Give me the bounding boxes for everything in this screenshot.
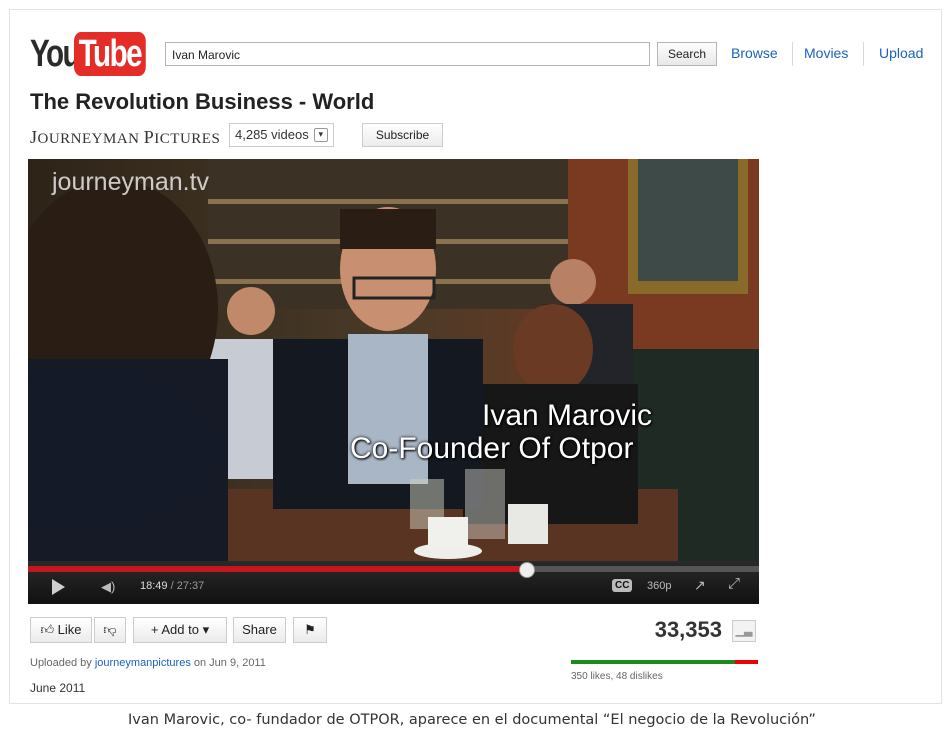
divider — [792, 42, 793, 66]
share-button[interactable]: Share — [233, 617, 286, 643]
watermark: journeyman.tv — [52, 168, 210, 196]
upload-link[interactable]: Upload — [879, 45, 923, 61]
like-button[interactable]: 👍︎ Like — [30, 617, 92, 643]
video-frame-image — [28, 159, 759, 574]
likes-portion — [571, 660, 736, 664]
time-display: 18:49 / 27:37 — [140, 580, 204, 592]
uploader-link[interactable]: journeymanpictures — [95, 657, 191, 669]
play-icon[interactable] — [52, 579, 65, 595]
chevron-down-icon: ▾ — [313, 128, 328, 142]
quality-selector[interactable]: 360p — [647, 580, 671, 592]
figure-caption: Ivan Marovic, co- fundador de OTPOR, apa… — [128, 712, 816, 728]
video-count: 4,285 videos — [235, 127, 309, 142]
lower-third-name: Ivan Marovic — [482, 399, 653, 432]
channel-initial-p: P — [143, 127, 155, 147]
upload-suffix: on Jun 9, 2011 — [190, 657, 266, 669]
channel-name[interactable]: JOURNEYMAN PICTURES — [30, 127, 220, 148]
add-to-label: Add to — [161, 622, 199, 637]
logo-you-text: You — [30, 32, 81, 75]
channel-initial-j: J — [30, 127, 38, 147]
video-title: The Revolution Business - World — [30, 89, 375, 114]
video-count-dropdown[interactable]: 4,285 videos ▾ — [229, 123, 334, 147]
upload-prefix: Uploaded by — [30, 657, 95, 669]
flag-icon: ⚑ — [304, 622, 316, 637]
channel-name-part1: OURNEYMAN — [37, 131, 140, 147]
movies-link[interactable]: Movies — [804, 45, 848, 61]
search-input[interactable]: Ivan Marovic — [165, 42, 650, 66]
scrubber-handle[interactable] — [518, 562, 535, 578]
like-label: Like — [57, 622, 82, 637]
add-to-button[interactable]: + Add to ▾ — [133, 617, 227, 643]
logo-tube-text: Tube — [74, 32, 146, 76]
thumbs-up-icon: 👍︎ — [40, 622, 55, 637]
divider — [863, 42, 864, 66]
duration: / 27:37 — [170, 580, 205, 592]
upload-info: Uploaded by journeymanpictures on Jun 9,… — [30, 657, 266, 669]
thumbs-down-icon: 👎︎ — [103, 622, 117, 637]
description-date: June 2011 — [30, 681, 86, 695]
browse-link[interactable]: Browse — [731, 45, 778, 61]
progress-played — [28, 566, 526, 572]
lower-third-title: Co-Founder Of Otpor — [350, 432, 634, 465]
plus-icon: + — [150, 622, 159, 637]
like-ratio-bar — [571, 660, 758, 664]
video-player[interactable]: journeyman.tv Ivan Marovic Co-Founder Of… — [28, 159, 759, 604]
current-time: 18:49 — [140, 580, 168, 592]
flag-button[interactable]: ⚑ — [293, 617, 327, 643]
fullscreen-icon[interactable]: ⤢ — [728, 575, 740, 592]
player-controls: ◀) 18:49 / 27:37 CC 360p ↗ ⤢ — [28, 561, 759, 604]
search-button[interactable]: Search — [657, 42, 717, 66]
view-count: 33,353 — [654, 617, 722, 642]
likes-dislikes-count: 350 likes, 48 dislikes — [571, 671, 663, 682]
progress-bar[interactable] — [28, 562, 759, 578]
dislike-button[interactable]: 👎︎ — [94, 617, 126, 643]
popout-icon[interactable]: ↗ — [694, 577, 706, 594]
chevron-down-icon: ▾ — [202, 622, 210, 637]
volume-icon[interactable]: ◀) — [101, 579, 115, 595]
captions-button[interactable]: CC — [612, 579, 633, 592]
youtube-logo[interactable]: You Tube — [30, 32, 166, 76]
subscribe-button[interactable]: Subscribe — [362, 123, 443, 147]
stats-chart-icon[interactable]: ▁▃ — [732, 620, 756, 642]
channel-name-part2: ICTURES — [154, 131, 221, 147]
